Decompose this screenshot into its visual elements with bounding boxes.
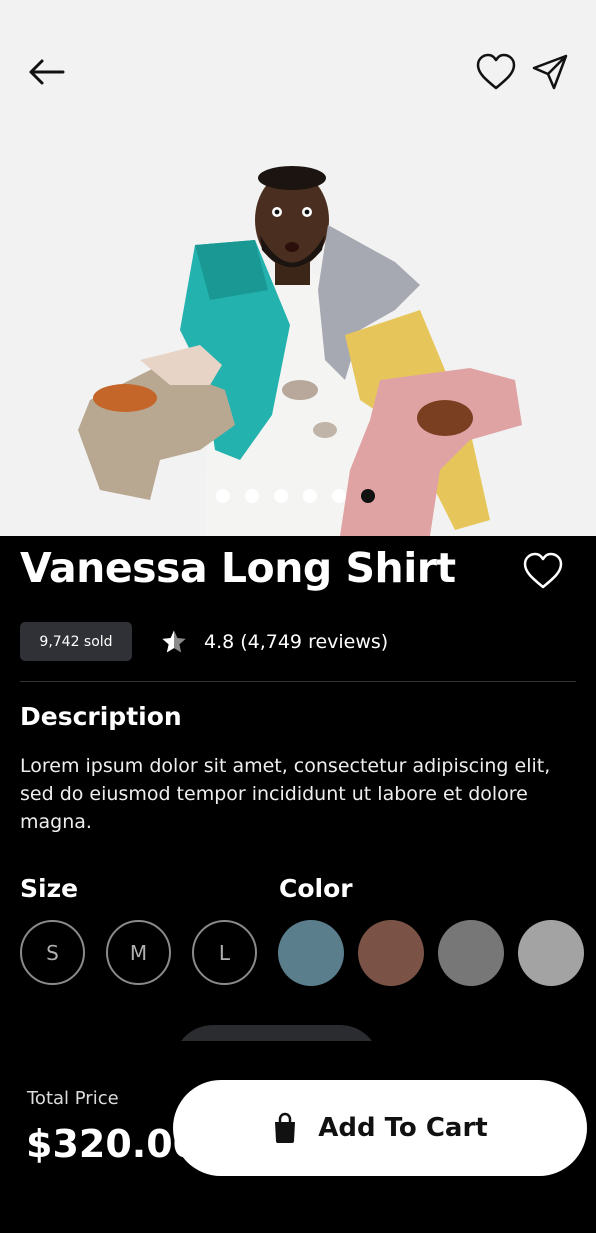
carousel-indicators (216, 489, 375, 503)
size-option-s[interactable]: S (20, 920, 85, 985)
color-swatch[interactable] (518, 920, 584, 986)
carousel-dot[interactable] (274, 489, 288, 503)
send-icon (532, 54, 568, 90)
favorite-button[interactable] (520, 548, 566, 594)
carousel-dot[interactable] (303, 489, 317, 503)
total-price-label: Total Price (27, 1088, 119, 1109)
back-arrow-icon (29, 59, 65, 85)
carousel-dot-active[interactable] (361, 489, 375, 503)
share-button[interactable] (528, 50, 572, 94)
color-swatch[interactable] (438, 920, 504, 986)
size-options: S M L (20, 920, 257, 985)
description-text: Lorem ipsum dolor sit amet, consectetur … (20, 755, 551, 833)
favorite-button-top[interactable] (474, 50, 518, 94)
product-title: Vanessa Long Shirt (20, 544, 456, 592)
sold-count-badge: 9,742 sold (20, 622, 132, 661)
star-half-icon (162, 630, 186, 653)
shopping-bag-icon (275, 1112, 296, 1143)
size-option-l[interactable]: L (192, 920, 257, 985)
size-option-m[interactable]: M (106, 920, 171, 985)
add-to-cart-button[interactable]: Add To Cart (173, 1080, 587, 1176)
carousel-dot[interactable] (332, 489, 346, 503)
description-heading: Description (20, 702, 182, 731)
color-swatch[interactable] (358, 920, 424, 986)
color-options (278, 920, 584, 986)
carousel-dot[interactable] (245, 489, 259, 503)
product-image-carousel[interactable] (0, 0, 596, 536)
carousel-dot[interactable] (216, 489, 230, 503)
size-heading: Size (20, 874, 79, 903)
color-swatch[interactable] (278, 920, 344, 986)
color-heading: Color (279, 874, 353, 903)
back-button[interactable] (24, 50, 68, 94)
divider (20, 681, 576, 682)
review-count: (4,749 reviews) (240, 631, 389, 653)
heart-icon (523, 552, 563, 589)
rating-value: 4.8 (204, 631, 235, 653)
heart-icon (476, 53, 516, 90)
add-to-cart-label: Add To Cart (318, 1113, 488, 1143)
rating[interactable]: 4.8 (4,749 reviews) (160, 628, 388, 656)
